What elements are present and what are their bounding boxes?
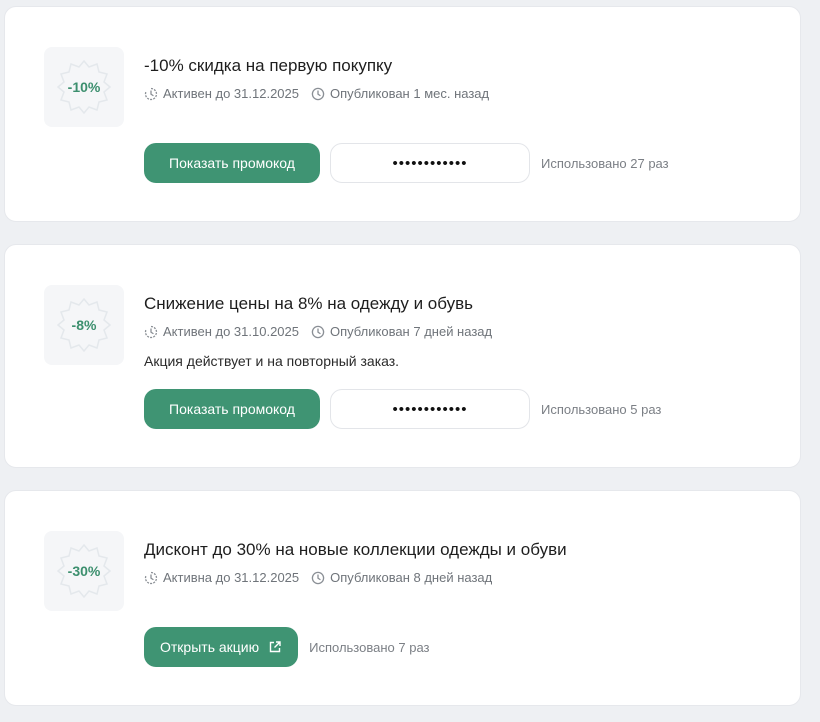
badge-label: -8% xyxy=(71,317,97,333)
timer-icon xyxy=(144,571,158,584)
clock-icon xyxy=(311,571,325,584)
promo-actions: Показать промокод •••••••••••• Использов… xyxy=(144,389,661,429)
discount-badge: -10% xyxy=(44,47,124,127)
status-text: Активен до 31.12.2025 xyxy=(163,86,299,101)
usage-count: Использовано 7 раз xyxy=(309,639,430,655)
badge-label: -10% xyxy=(67,79,101,95)
promocode-field[interactable]: •••••••••••• xyxy=(330,143,530,183)
published-text: Опубликован 8 дней назад xyxy=(330,570,493,585)
open-offer-label: Открыть акцию xyxy=(160,639,260,655)
promo-title: -10% скидка на первую покупку xyxy=(144,56,393,75)
usage-count: Использовано 27 раз xyxy=(541,155,669,171)
promo-title: Дисконт до 30% на новые коллекции одежды… xyxy=(144,540,567,559)
open-offer-button[interactable]: Открыть акцию xyxy=(144,627,299,667)
status-item: Активен до 31.12.2025 xyxy=(144,86,299,101)
usage-count: Использовано 5 раз xyxy=(541,401,662,417)
promo-card: -10% -10% скидка на первую покупку Актив… xyxy=(4,6,801,222)
promo-actions: Показать промокод •••••••••••• Использов… xyxy=(144,143,669,183)
timer-icon xyxy=(144,325,158,338)
published-item: Опубликован 8 дней назад xyxy=(311,570,492,585)
promo-meta: Активна до 31.12.2025 Опубликован 8 дней… xyxy=(144,570,504,585)
promo-meta: Активен до 31.10.2025 Опубликован 7 дней… xyxy=(144,324,504,339)
promo-card: -30% Дисконт до 30% на новые коллекции о… xyxy=(4,490,801,706)
badge-label: -30% xyxy=(67,563,101,579)
status-text: Активен до 31.10.2025 xyxy=(163,324,299,339)
promo-description: Акция действует и на повторный заказ. xyxy=(144,353,400,369)
published-text: Опубликован 7 дней назад xyxy=(330,324,493,339)
discount-badge: -30% xyxy=(44,531,124,611)
promo-card: -8% Снижение цены на 8% на одежду и обув… xyxy=(4,244,801,468)
status-item: Активна до 31.12.2025 xyxy=(144,570,299,585)
promo-title: Снижение цены на 8% на одежду и обувь xyxy=(144,294,474,313)
promocode-field[interactable]: •••••••••••• xyxy=(330,389,530,429)
promo-actions: Открыть акцию Использовано 7 раз xyxy=(144,627,429,667)
external-link-icon xyxy=(268,640,282,654)
published-text: Опубликован 1 мес. назад xyxy=(330,86,490,101)
clock-icon xyxy=(311,87,325,100)
clock-icon xyxy=(311,325,325,338)
status-item: Активен до 31.10.2025 xyxy=(144,324,299,339)
status-text: Активна до 31.12.2025 xyxy=(163,570,300,585)
published-item: Опубликован 7 дней назад xyxy=(311,324,492,339)
promo-meta: Активен до 31.12.2025 Опубликован 1 мес.… xyxy=(144,86,501,101)
published-item: Опубликован 1 мес. назад xyxy=(311,86,489,101)
show-promocode-button[interactable]: Показать промокод xyxy=(144,143,320,183)
discount-badge: -8% xyxy=(44,285,124,365)
show-promocode-button[interactable]: Показать промокод xyxy=(144,389,320,429)
timer-icon xyxy=(144,87,158,100)
